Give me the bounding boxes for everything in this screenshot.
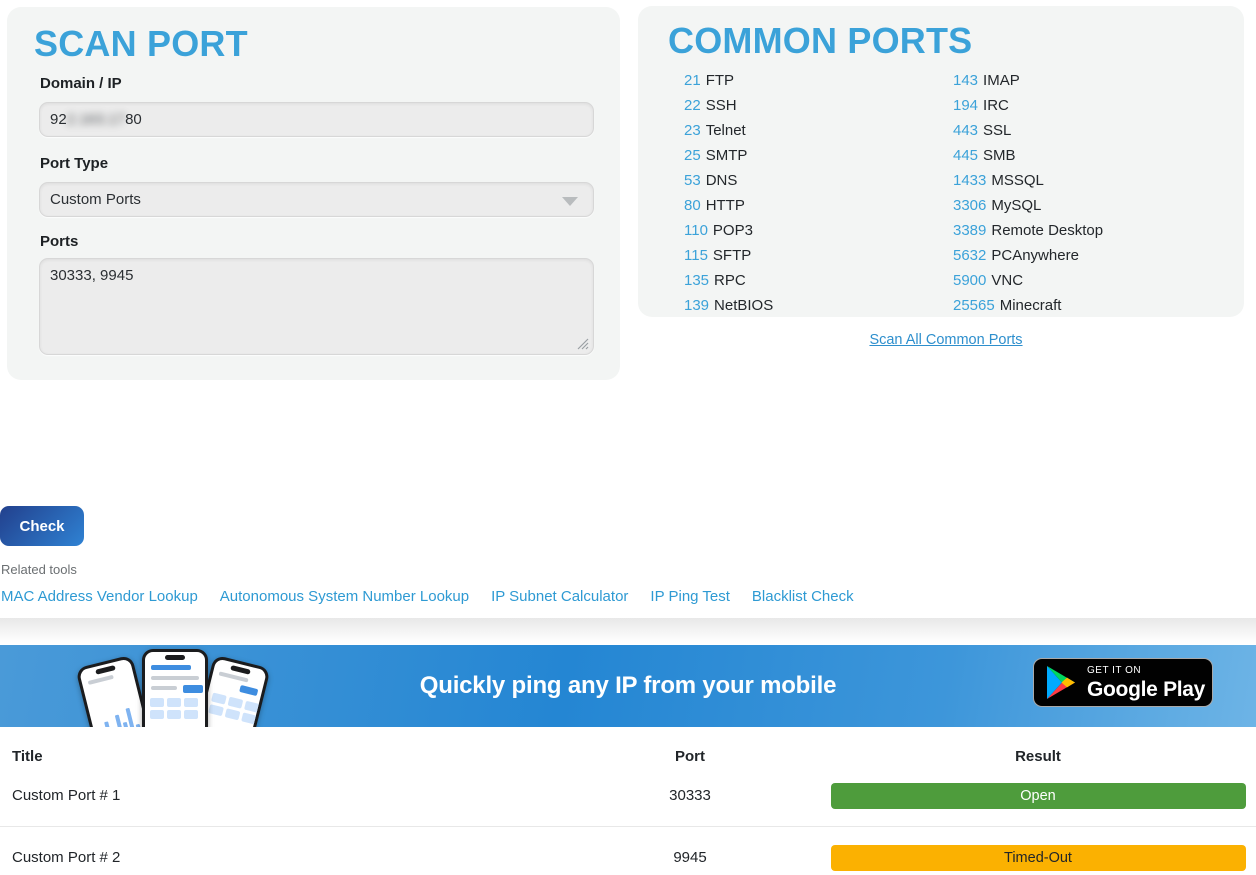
- section-divider-band: [0, 618, 1256, 645]
- common-port-item: 80HTTP: [684, 193, 773, 218]
- phone-mockup-center: [142, 649, 208, 727]
- status-badge-timed-out[interactable]: Timed-Out: [831, 845, 1246, 871]
- port-type-select[interactable]: Custom Ports: [39, 182, 594, 217]
- common-port-item: 194IRC: [953, 93, 1103, 118]
- mini-form-chips: [208, 692, 260, 724]
- scan-all-common-ports-link[interactable]: Scan All Common Ports: [869, 332, 1022, 348]
- domain-ip-input[interactable]: 922.163.1780: [39, 102, 594, 137]
- chevron-down-icon: [562, 197, 578, 206]
- common-port-item: 25565Minecraft: [953, 293, 1103, 318]
- port-type-label: Port Type: [40, 155, 108, 172]
- result-row: Custom Port # 1 30333 Open: [0, 765, 1256, 827]
- ports-value: 30333, 9945: [50, 267, 133, 284]
- link-ip-ping-test[interactable]: IP Ping Test: [650, 588, 730, 605]
- link-ip-subnet-calculator[interactable]: IP Subnet Calculator: [491, 588, 628, 605]
- common-ports-panel: COMMON PORTS 21FTP 22SSH 23Telnet 25SMTP…: [638, 6, 1244, 317]
- common-port-item: 135RPC: [684, 268, 773, 293]
- domain-ip-value-redacted: 2.163.17: [67, 111, 125, 128]
- result-row-title: Custom Port # 1: [0, 787, 560, 804]
- common-port-item: 139NetBIOS: [684, 293, 773, 318]
- link-asn-lookup[interactable]: Autonomous System Number Lookup: [220, 588, 469, 605]
- badge-google-play: Google Play: [1087, 679, 1205, 700]
- common-ports-title: COMMON PORTS: [668, 20, 972, 62]
- badge-get-it-on: GET IT ON: [1087, 666, 1205, 676]
- resize-handle-icon[interactable]: [577, 338, 589, 350]
- ports-textarea[interactable]: 30333, 9945: [39, 258, 594, 355]
- common-port-item: 22SSH: [684, 93, 773, 118]
- related-tools-label: Related tools: [1, 562, 77, 577]
- domain-ip-value-start: 92: [50, 111, 67, 128]
- scan-all-common-ports-wrap: Scan All Common Ports: [636, 331, 1256, 349]
- results-header-result: Result: [820, 748, 1256, 765]
- common-port-item: 21FTP: [684, 68, 773, 93]
- common-port-item: 143IMAP: [953, 68, 1103, 93]
- mini-app-icons: [150, 698, 198, 719]
- result-row-port: 9945: [560, 849, 820, 866]
- port-type-value: Custom Ports: [50, 191, 141, 208]
- result-row-port: 30333: [560, 787, 820, 804]
- results-header-row: Title Port Result: [0, 748, 1256, 765]
- domain-ip-value-end: 80: [125, 111, 142, 128]
- link-mac-address-vendor-lookup[interactable]: MAC Address Vendor Lookup: [1, 588, 198, 605]
- common-port-item: 23Telnet: [684, 118, 773, 143]
- common-port-item: 25SMTP: [684, 143, 773, 168]
- mobile-app-banner: Quickly ping any IP from your mobile GET…: [0, 645, 1256, 727]
- common-port-item: 3389Remote Desktop: [953, 218, 1103, 243]
- common-port-item: 1433MSSQL: [953, 168, 1103, 193]
- common-port-item: 110POP3: [684, 218, 773, 243]
- common-port-item: 53DNS: [684, 168, 773, 193]
- result-row-title: Custom Port # 2: [0, 849, 560, 866]
- check-button[interactable]: Check: [0, 506, 84, 546]
- common-ports-column-2: 143IMAP 194IRC 443SSL 445SMB 1433MSSQL 3…: [953, 68, 1103, 318]
- results-header-title: Title: [0, 748, 560, 765]
- scan-port-title: SCAN PORT: [34, 23, 248, 65]
- common-port-item: 3306MySQL: [953, 193, 1103, 218]
- ports-label: Ports: [40, 233, 78, 250]
- common-port-item: 5900VNC: [953, 268, 1103, 293]
- status-badge-open[interactable]: Open: [831, 783, 1246, 809]
- phone-mockups: [86, 648, 256, 727]
- google-play-badge[interactable]: GET IT ON Google Play: [1033, 658, 1213, 707]
- scan-port-panel: SCAN PORT Domain / IP 922.163.1780 Port …: [7, 7, 620, 380]
- related-tools-links: MAC Address Vendor Lookup Autonomous Sys…: [1, 588, 854, 605]
- result-row: Custom Port # 2 9945 Timed-Out: [0, 827, 1256, 875]
- common-port-item: 115SFTP: [684, 243, 773, 268]
- common-port-item: 5632PCAnywhere: [953, 243, 1103, 268]
- common-port-item: 443SSL: [953, 118, 1103, 143]
- mini-chart-bars: [96, 706, 142, 727]
- common-ports-column-1: 21FTP 22SSH 23Telnet 25SMTP 53DNS 80HTTP…: [684, 68, 773, 318]
- domain-ip-label: Domain / IP: [40, 75, 122, 92]
- scan-results-table: Title Port Result Custom Port # 1 30333 …: [0, 727, 1256, 875]
- link-blacklist-check[interactable]: Blacklist Check: [752, 588, 854, 605]
- google-play-icon: [1047, 666, 1077, 699]
- results-header-port: Port: [560, 748, 820, 765]
- common-port-item: 445SMB: [953, 143, 1103, 168]
